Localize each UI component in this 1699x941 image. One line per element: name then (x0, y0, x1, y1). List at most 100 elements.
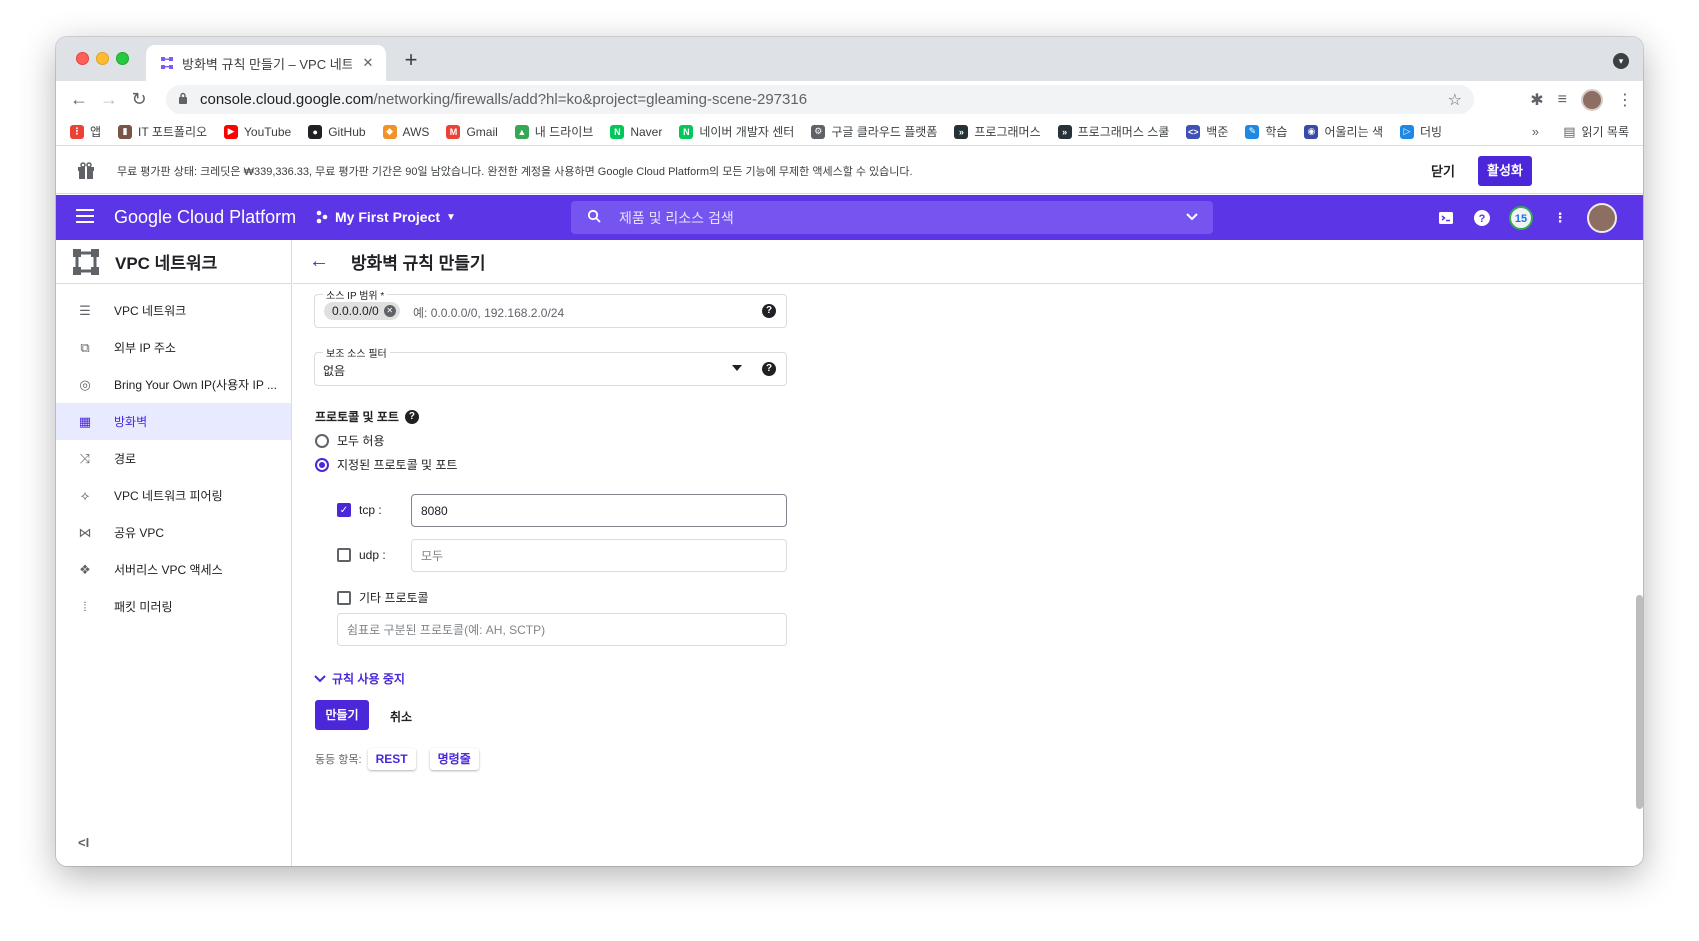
other-protocols-checkbox-row[interactable]: 기타 프로토콜 (337, 589, 429, 606)
bookmark-item[interactable]: ⋮ 앱 (70, 123, 101, 140)
brand-title[interactable]: Google Cloud Platform (114, 207, 296, 228)
address-bar[interactable]: console.cloud.google.com/networking/fire… (166, 85, 1474, 114)
radio-allow-all[interactable] (315, 433, 329, 448)
svg-text:?: ? (1479, 213, 1486, 225)
search-expand-icon[interactable] (1185, 209, 1199, 226)
bookmark-item[interactable]: » 프로그래머스 (954, 123, 1041, 140)
menu-icon[interactable] (76, 209, 94, 223)
allow-all-radio[interactable]: 모두 허용 (315, 432, 385, 449)
notifications-badge[interactable]: 15 (1509, 206, 1533, 230)
cloud-shell-icon[interactable] (1437, 209, 1455, 227)
equivalent-links: 동등 항목: REST 명령줄 (315, 748, 479, 770)
browser-menu-icon[interactable]: ⋮ (1617, 90, 1633, 110)
sidebar-item[interactable]: ⤨ 경로 (56, 440, 291, 477)
other-protocols-checkbox[interactable] (337, 590, 351, 605)
window-minimize-button[interactable] (96, 52, 109, 65)
gmail-icon: M (446, 124, 461, 139)
forward-icon[interactable]: → (94, 89, 124, 110)
extensions-icon[interactable]: ✱ (1530, 90, 1543, 110)
chevron-down-icon (314, 674, 326, 682)
browser-tab[interactable]: 방화벽 규칙 만들기 – VPC 네트워크 ✕ (146, 45, 386, 81)
window-zoom-button[interactable] (116, 52, 129, 65)
search-input[interactable]: 제품 및 리소스 검색 (571, 201, 1213, 234)
disable-rule-toggle[interactable]: 규칙 사용 중지 (314, 670, 405, 687)
window-close-button[interactable] (76, 52, 89, 65)
activate-button[interactable]: 활성화 (1478, 156, 1532, 186)
new-tab-button[interactable]: + (398, 47, 424, 73)
cancel-button[interactable]: 취소 (390, 708, 412, 725)
source-ip-field[interactable]: 소스 IP 범위 * 0.0.0.0/0 ✕ 예: 0.0.0.0/0, 192… (314, 287, 787, 328)
tcp-checkbox[interactable]: ✓ (337, 503, 351, 517)
bookmark-label: 네이버 개발자 센터 (699, 125, 795, 139)
reload-icon[interactable]: ↻ (124, 89, 154, 110)
other-protocols-input[interactable]: 쉼표로 구분된 프로토콜(예: AH, SCTP) (337, 613, 787, 646)
bookmark-item[interactable]: ◉ 어울리는 색 (1304, 123, 1383, 140)
tab-search-icon[interactable]: ▾ (1613, 53, 1629, 69)
bookmark-item[interactable]: M Gmail (446, 124, 498, 139)
scrollbar[interactable] (1636, 595, 1643, 809)
sidebar-item[interactable]: ▦ 방화벽 (56, 403, 291, 440)
sidebar-item-label: 외부 IP 주소 (114, 341, 176, 355)
bookmark-item[interactable]: ◆ AWS (382, 124, 429, 139)
bookmark-item[interactable]: ● GitHub (308, 124, 366, 139)
sidebar-item[interactable]: ⋈ 공유 VPC (56, 514, 291, 551)
media-control-icon[interactable]: ≡ (1558, 91, 1567, 109)
udp-checkbox-row[interactable]: udp : (337, 548, 386, 562)
bookmark-item[interactable]: N Naver (610, 124, 662, 139)
bookmark-label: 프로그래머스 스쿨 (1077, 125, 1170, 139)
secondary-filter-label: 보조 소스 필터 (323, 345, 390, 360)
bookmark-item[interactable]: N 네이버 개발자 센터 (679, 123, 794, 140)
bookmark-star-icon[interactable]: ☆ (1448, 90, 1462, 110)
specified-protocols-radio[interactable]: 지정된 프로토콜 및 포트 (315, 456, 457, 473)
search-icon (587, 209, 601, 226)
udp-checkbox[interactable] (337, 548, 351, 562)
trial-close-button[interactable]: 닫기 (1431, 161, 1455, 180)
radio-specified[interactable] (315, 457, 329, 472)
lock-icon (178, 92, 192, 107)
sidebar-item[interactable]: ❖ 서버리스 VPC 액세스 (56, 551, 291, 588)
help-icon[interactable]: ? (762, 362, 776, 376)
help-icon[interactable]: ? (1473, 209, 1491, 227)
profile-avatar[interactable] (1581, 88, 1603, 111)
command-line-button[interactable]: 명령줄 (429, 748, 479, 770)
sidebar-item[interactable]: ⧉ 외부 IP 주소 (56, 329, 291, 366)
sidebar-header: VPC 네트워크 (56, 240, 291, 284)
tab-close-icon[interactable]: ✕ (360, 55, 376, 71)
bookmark-item[interactable]: ▷ 더빙 (1400, 123, 1442, 140)
reading-list-button[interactable]: ▤ 읽기 목록 (1563, 123, 1629, 140)
create-button[interactable]: 만들기 (315, 700, 369, 730)
tcp-label: tcp : (359, 503, 382, 517)
bookmark-item[interactable]: » 프로그래머스 스쿨 (1057, 123, 1170, 140)
sidebar-item[interactable]: ⟡ VPC 네트워크 피어링 (56, 477, 291, 514)
desktop-background: 방화벽 규칙 만들기 – VPC 네트워크 ✕ + ▾ ← → ↻ consol… (0, 0, 1699, 941)
bookmark-item[interactable]: <> 백준 (1186, 123, 1228, 140)
tcp-ports-input[interactable]: 8080 (411, 494, 787, 527)
collapse-sidebar-button[interactable]: <I (78, 835, 89, 850)
bookmark-item[interactable]: ✎ 학습 (1245, 123, 1287, 140)
bookmarks-overflow-button[interactable]: » (1532, 124, 1539, 139)
packet-mirroring-icon: ⦙ (83, 598, 87, 614)
secondary-source-filter-select[interactable]: 보조 소스 필터 없음 ? (314, 345, 787, 386)
sidebar-item[interactable]: ◎ Bring Your Own IP(사용자 IP ... (56, 366, 291, 403)
back-icon[interactable]: ← (64, 89, 94, 110)
back-arrow-icon[interactable]: ← (309, 250, 329, 273)
tab-strip: 방화벽 규칙 만들기 – VPC 네트워크 ✕ + ▾ (56, 37, 1643, 81)
gift-icon (78, 162, 94, 179)
reading-list-icon: ▤ (1563, 123, 1576, 139)
chip-remove-icon[interactable]: ✕ (383, 305, 396, 317)
bookmark-item[interactable]: ▶ YouTube (224, 124, 291, 139)
sidebar-item[interactable]: ⦙ 패킷 미러링 (56, 588, 291, 625)
sidebar-item[interactable]: ☰ VPC 네트워크 (56, 292, 291, 329)
udp-ports-input[interactable]: 모두 (411, 539, 787, 572)
bookmark-item[interactable]: ⚙ 구글 클라우드 플랫폼 (811, 123, 937, 140)
tcp-checkbox-row[interactable]: ✓ tcp : (337, 503, 382, 517)
bookmark-item[interactable]: ▮ IT 포트폴리오 (118, 123, 207, 140)
account-avatar[interactable] (1587, 203, 1617, 233)
bookmark-item[interactable]: ▲ 내 드라이브 (514, 123, 593, 140)
help-icon[interactable]: ? (762, 304, 776, 318)
help-icon[interactable]: ? (404, 409, 419, 424)
project-selector[interactable]: My First Project ▼ (315, 209, 456, 225)
external-ip-icon: ⧉ (80, 339, 90, 355)
more-vert-icon[interactable]: ⋮ (1551, 209, 1569, 227)
rest-button[interactable]: REST (367, 748, 416, 770)
